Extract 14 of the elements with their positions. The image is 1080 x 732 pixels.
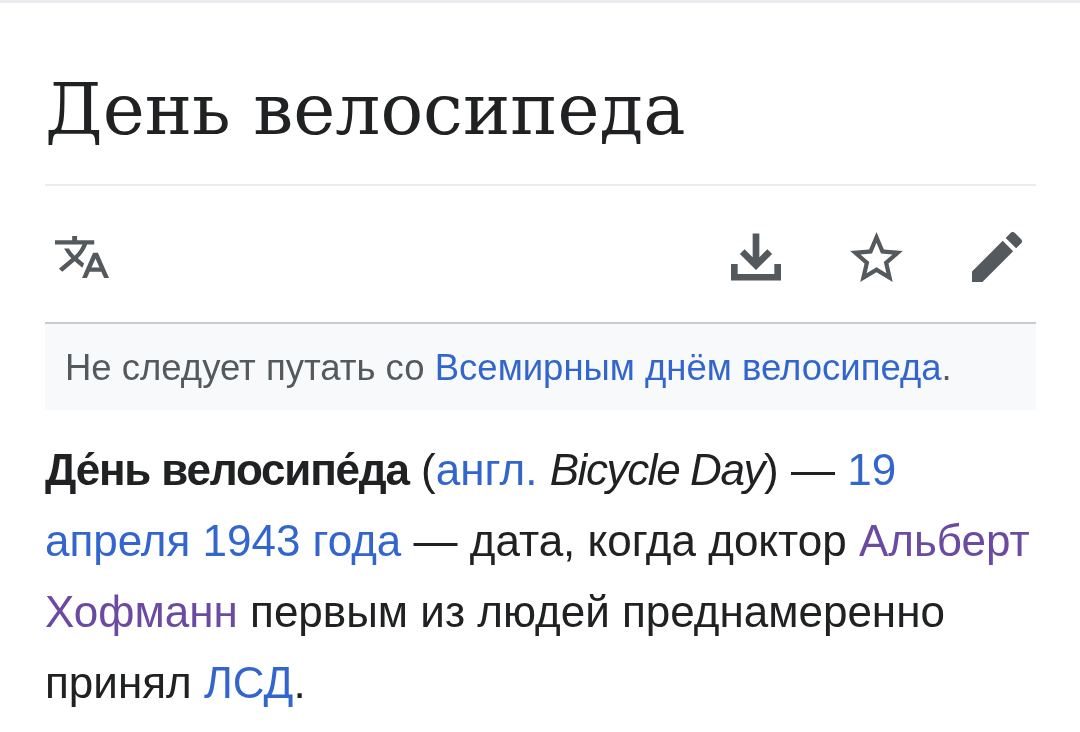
hatnote-text: Не следует путать со Всемирным днём велосипеда. [65,346,952,390]
article-link[interactable]: апреля 1943 года [45,516,402,565]
article-link[interactable]: Хофманн [45,587,238,636]
article-link[interactable]: ЛСД [203,658,294,707]
article-link[interactable]: Всемирным днём велосипеда [434,347,942,388]
lead-paragraph: Де́нь велосипе́да (англ. Bicycle Day) — 19 апреля 1943 года — дата, когда доктор Альберт Хофманн первым из людей преднамеренно принял ЛСД. [45,444,1031,709]
star-icon[interactable] [850,231,903,282]
pencil-icon[interactable] [972,231,1022,282]
download-icon[interactable] [731,231,781,282]
article-link[interactable]: англ. [435,445,538,494]
page-title: День велосипеда [45,67,686,153]
article-link[interactable]: Альберт [858,516,1030,565]
article-link[interactable]: 19 [847,445,897,494]
translate-icon[interactable] [55,235,109,278]
